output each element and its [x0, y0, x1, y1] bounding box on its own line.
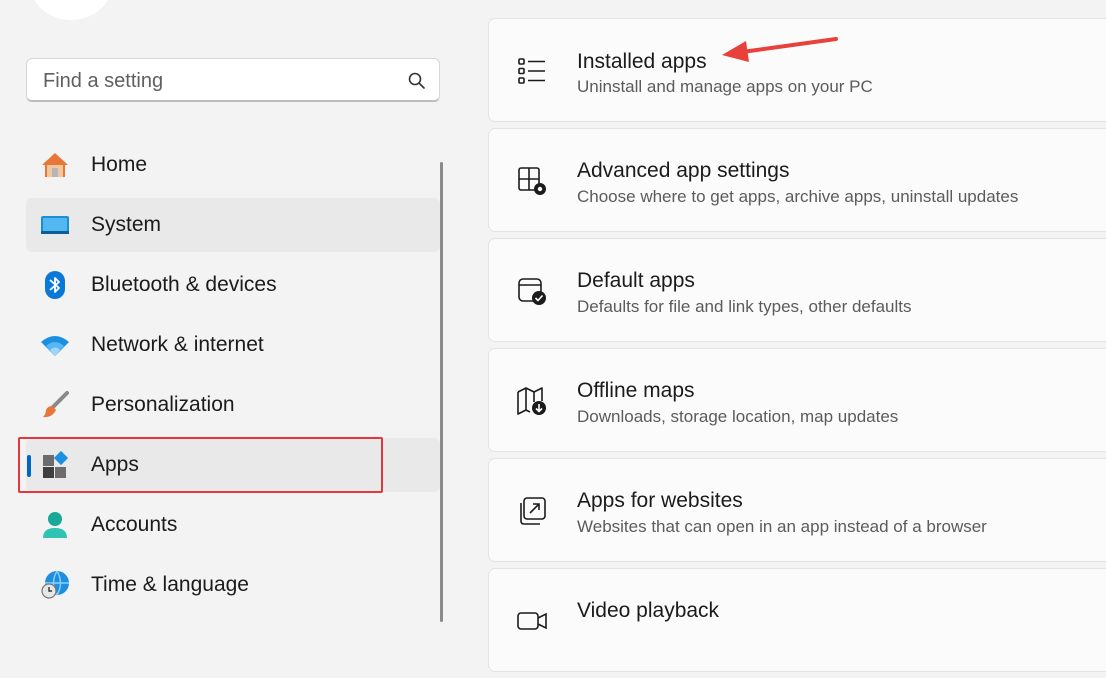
default-apps-icon [518, 278, 546, 305]
sidebar-item-label: Home [91, 153, 148, 176]
card-apps-for-websites[interactable]: Apps for websites Websites that can open… [488, 458, 1106, 562]
card-description: Downloads, storage location, map updates [577, 407, 899, 426]
sidebar-scrollbar[interactable] [440, 162, 443, 622]
map-download-icon [517, 387, 546, 415]
list-icon [518, 58, 545, 84]
sidebar-item-label: Time & language [91, 573, 249, 596]
card-description: Choose where to get apps, archive apps, … [577, 187, 1019, 206]
card-default-apps[interactable]: Default apps Defaults for file and link … [488, 238, 1106, 342]
card-video-playback[interactable]: Video playback [488, 568, 1106, 672]
sidebar-item-bluetooth[interactable]: Bluetooth & devices [26, 258, 440, 312]
card-advanced-app-settings[interactable]: Advanced app settings Choose where to ge… [488, 128, 1106, 232]
sidebar-nav: Home System Bluetooth & devices Network … [26, 138, 440, 618]
home-icon [42, 153, 68, 177]
search-icon[interactable] [407, 71, 427, 91]
apps-settings-list: Installed apps Uninstall and manage apps… [488, 18, 1106, 678]
sidebar-item-time-language[interactable]: Time & language [26, 558, 440, 612]
wifi-icon [41, 336, 69, 356]
card-title: Offline maps [577, 379, 695, 402]
sidebar-item-home[interactable]: Home [26, 138, 440, 192]
sidebar-item-label: Network & internet [91, 333, 264, 356]
card-title: Installed apps [577, 50, 707, 73]
sidebar-item-label: System [91, 213, 162, 236]
user-avatar[interactable] [30, 0, 112, 20]
sidebar-item-network[interactable]: Network & internet [26, 318, 440, 372]
monitor-icon [41, 216, 69, 234]
sidebar-item-accounts[interactable]: Accounts [26, 498, 440, 552]
sidebar-item-system[interactable]: System [26, 198, 440, 252]
card-title: Default apps [577, 269, 695, 292]
card-title: Apps for websites [577, 489, 743, 512]
video-icon [517, 612, 547, 630]
search-input[interactable] [41, 59, 405, 103]
card-description: Uninstall and manage apps on your PC [577, 77, 873, 96]
person-icon [43, 512, 67, 538]
search-box[interactable] [26, 58, 440, 103]
app-settings-icon [518, 167, 546, 195]
annotation-arrow [722, 37, 838, 62]
sidebar-item-label: Personalization [91, 393, 235, 416]
sidebar-item-personalization[interactable]: Personalization [26, 378, 440, 432]
sidebar-item-label: Accounts [91, 513, 178, 536]
brush-icon [43, 391, 69, 418]
open-in-app-icon [520, 497, 546, 525]
card-description: Websites that can open in an app instead… [577, 517, 987, 536]
bluetooth-icon [45, 271, 65, 299]
card-description: Defaults for file and link types, other … [577, 297, 912, 316]
card-title: Video playback [577, 599, 720, 622]
sidebar-item-label: Bluetooth & devices [91, 273, 277, 296]
globe-clock-icon [41, 570, 69, 599]
card-title: Advanced app settings [577, 159, 790, 182]
card-offline-maps[interactable]: Offline maps Downloads, storage location… [488, 348, 1106, 452]
apps-highlight-box [18, 437, 383, 493]
